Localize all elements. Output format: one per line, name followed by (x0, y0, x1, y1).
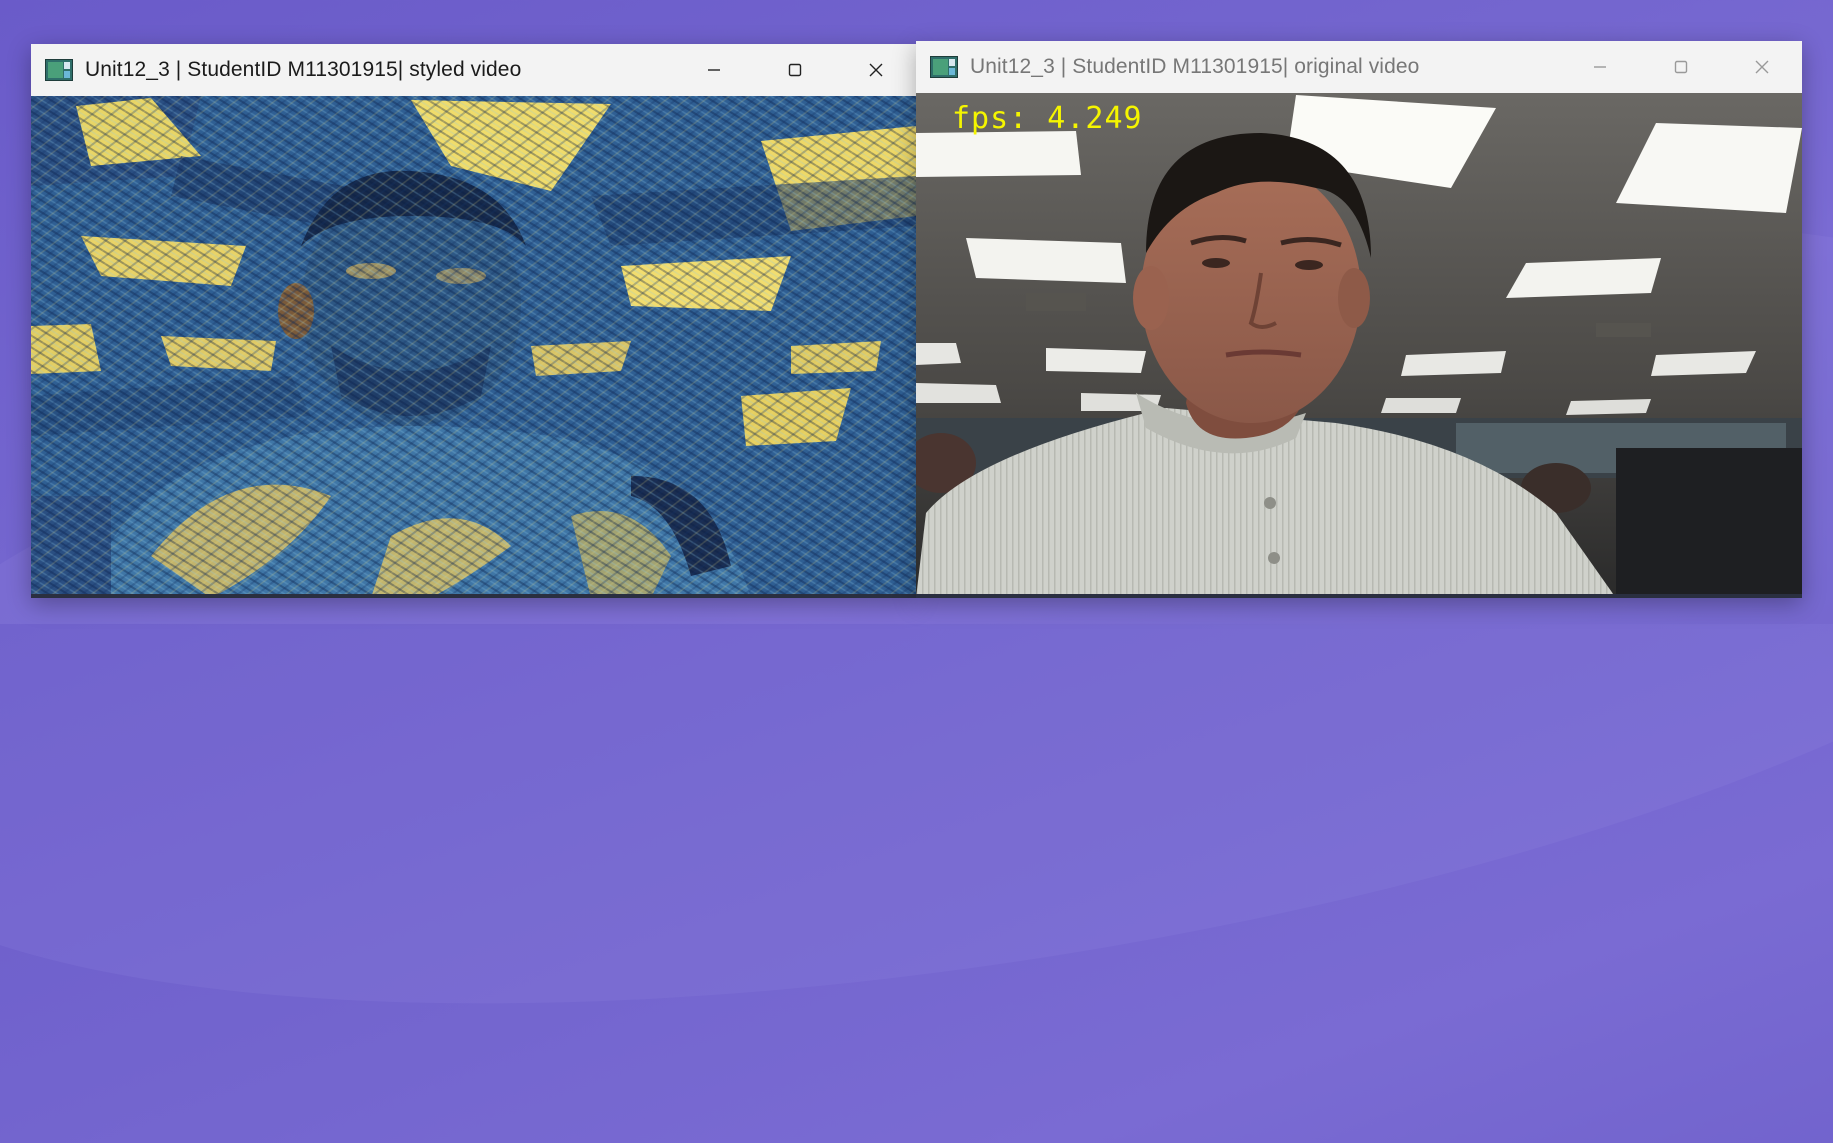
close-icon (1755, 60, 1768, 74)
title-bar[interactable]: Unit12_3 | StudentID M11301915| original… (916, 41, 1802, 93)
minimize-icon (1593, 66, 1606, 68)
maximize-icon (788, 63, 801, 77)
close-button[interactable] (835, 44, 916, 96)
close-button[interactable] (1721, 41, 1802, 93)
maximize-button[interactable] (754, 44, 835, 96)
close-icon (869, 63, 882, 77)
maximize-button[interactable] (1640, 41, 1721, 93)
title-bar[interactable]: Unit12_3 | StudentID M11301915| styled v… (31, 44, 916, 96)
styled-video-frame (31, 96, 916, 598)
minimize-button[interactable] (1559, 41, 1640, 93)
original-video-frame: fps: 4.249 (916, 93, 1802, 598)
styled-video-window[interactable]: Unit12_3 | StudentID M11301915| styled v… (31, 44, 916, 598)
app-icon (930, 56, 958, 78)
minimize-icon (707, 69, 720, 71)
app-icon (45, 59, 73, 81)
fps-overlay: fps: 4.249 (952, 101, 1143, 136)
window-bottom-edge (916, 594, 1802, 598)
window-title: Unit12_3 | StudentID M11301915| styled v… (85, 58, 522, 81)
minimize-button[interactable] (673, 44, 754, 96)
maximize-icon (1674, 60, 1687, 74)
window-title: Unit12_3 | StudentID M11301915| original… (970, 55, 1420, 78)
window-bottom-edge (31, 594, 916, 598)
original-video-window[interactable]: Unit12_3 | StudentID M11301915| original… (916, 41, 1802, 598)
